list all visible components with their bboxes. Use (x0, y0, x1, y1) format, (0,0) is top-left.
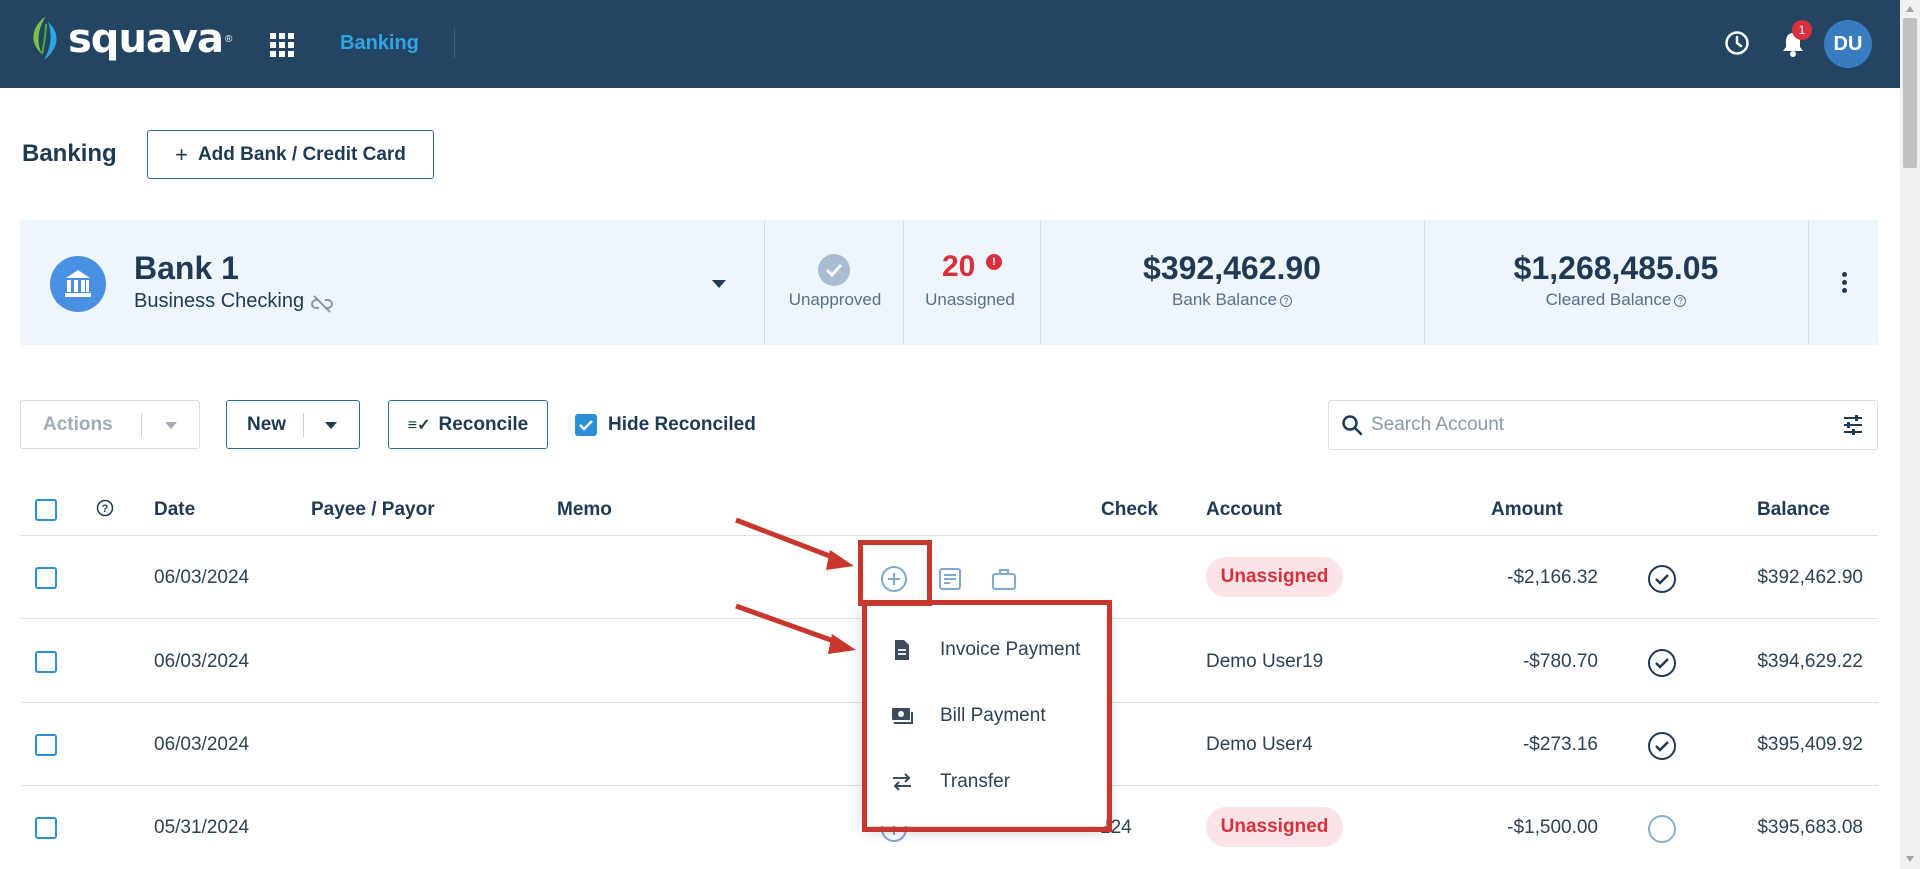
more-options-kebab-icon[interactable] (1842, 272, 1848, 294)
brand-name: squava (68, 16, 224, 62)
chevron-down-icon[interactable] (325, 422, 337, 429)
briefcase-icon[interactable] (990, 565, 1018, 593)
bank-balance-amount: $392,462.90 (1143, 250, 1321, 286)
row-date: 06/03/2024 (154, 734, 250, 755)
cleared-check-circle-icon[interactable] (1648, 565, 1676, 593)
cleared-balance-amount: $1,268,485.05 (1513, 250, 1719, 286)
bank-name: Bank 1 (134, 250, 239, 286)
row-balance: $394,629.22 (1757, 651, 1863, 672)
alert-exclamation-icon: ! (986, 254, 1002, 270)
nav-banking-link[interactable]: Banking (340, 32, 419, 55)
chevron-down-icon[interactable] (165, 422, 177, 429)
column-header-memo[interactable]: Memo (557, 499, 612, 521)
column-header-balance[interactable]: Balance (1757, 499, 1830, 521)
unapproved-check-icon[interactable] (818, 254, 850, 286)
button-divider (303, 413, 304, 437)
card-divider (764, 220, 765, 345)
search-account-box (1328, 400, 1878, 450)
checkmark-icon (579, 420, 593, 431)
row-balance: $395,683.08 (1757, 817, 1863, 838)
row-amount: -$1,500.00 (1507, 817, 1598, 838)
unassigned-label: Unassigned (925, 290, 1015, 309)
column-header-check[interactable]: Check (1101, 499, 1158, 521)
column-header-payee[interactable]: Payee / Payor (311, 499, 435, 521)
plus-icon: + (175, 141, 188, 167)
search-account-input[interactable] (1371, 413, 1811, 437)
notification-count-badge: 1 (1792, 20, 1812, 40)
annotation-highlight-box (862, 600, 1112, 832)
column-header-account[interactable]: Account (1206, 499, 1282, 521)
row-checkbox[interactable] (35, 734, 57, 756)
cleared-check-circle-icon[interactable] (1648, 732, 1676, 760)
help-icon[interactable]: ? (1674, 294, 1687, 307)
page-title: Banking (22, 140, 117, 167)
bank-balance-label: Bank Balance? (1040, 290, 1424, 310)
card-divider (1808, 220, 1809, 345)
account-unassigned-badge[interactable]: Unassigned (1206, 557, 1343, 597)
unapproved-label: Unapproved (788, 290, 882, 309)
row-amount: -$780.70 (1522, 651, 1598, 672)
help-question-icon[interactable]: ? (96, 499, 114, 517)
page-scrollbar[interactable] (1900, 0, 1920, 869)
add-bank-credit-card-button[interactable]: + Add Bank / Credit Card (147, 130, 434, 179)
leaf-logo-icon (33, 16, 57, 60)
unlinked-chain-icon (311, 295, 333, 313)
add-bank-label: Add Bank / Credit Card (197, 143, 406, 165)
row-date: 05/31/2024 (154, 817, 250, 838)
registered-mark: ® (224, 33, 233, 45)
scroll-thumb[interactable] (1903, 18, 1917, 168)
new-label: New (247, 414, 287, 435)
actions-dropdown-button[interactable]: Actions (20, 400, 200, 449)
account-unassigned-badge[interactable]: Unassigned (1206, 807, 1343, 847)
bank-select-chevron-down-icon[interactable] (712, 280, 726, 288)
memo-note-icon[interactable] (936, 565, 964, 593)
hide-reconciled-label[interactable]: Hide Reconciled (608, 414, 756, 436)
user-avatar[interactable]: DU (1824, 20, 1872, 68)
top-navigation-bar: squava ® Banking 1 DU (0, 0, 1900, 88)
bank-account-type: Business Checking (134, 290, 305, 312)
svg-text:?: ? (102, 503, 109, 515)
row-amount: -$273.16 (1522, 734, 1598, 755)
app-grid-icon[interactable] (270, 33, 294, 57)
reconcile-list-check-icon: ≡✓ (407, 416, 431, 434)
hide-reconciled-checkbox[interactable] (575, 414, 597, 436)
nav-divider (454, 28, 455, 58)
scroll-up-arrow-icon[interactable] (1906, 6, 1914, 12)
row-balance: $395,409.92 (1757, 734, 1863, 755)
annotation-arrow-icon (735, 517, 856, 654)
bank-building-icon (50, 256, 106, 312)
select-all-checkbox[interactable] (35, 499, 57, 521)
reconcile-label: Reconcile (438, 413, 529, 435)
row-account[interactable]: Demo User19 (1206, 651, 1323, 673)
squava-logo[interactable]: squava ® (28, 14, 232, 64)
actions-label: Actions (43, 414, 113, 435)
column-header-date[interactable]: Date (154, 499, 195, 521)
uncleared-circle-icon[interactable] (1648, 815, 1676, 843)
filter-sliders-icon[interactable] (1841, 413, 1865, 437)
button-divider (141, 413, 142, 437)
bank-account-card: Bank 1 Business Checking Unapproved 20 !… (20, 220, 1878, 345)
cleared-balance-label: Cleared Balance? (1424, 290, 1808, 310)
search-icon (1342, 415, 1363, 436)
help-icon[interactable]: ? (1279, 294, 1292, 307)
cleared-check-circle-icon[interactable] (1648, 649, 1676, 677)
row-balance: $392,462.90 (1757, 567, 1863, 588)
history-clock-icon[interactable] (1724, 30, 1750, 56)
reconcile-button[interactable]: ≡✓ Reconcile (388, 400, 548, 449)
row-checkbox[interactable] (35, 567, 57, 589)
row-amount: -$2,166.32 (1507, 567, 1598, 588)
row-account[interactable]: Demo User4 (1206, 734, 1313, 756)
row-date: 06/03/2024 (154, 651, 250, 672)
row-checkbox[interactable] (35, 817, 57, 839)
row-date: 06/03/2024 (154, 567, 250, 588)
column-header-amount[interactable]: Amount (1491, 499, 1563, 521)
card-divider (903, 220, 904, 345)
row-checkbox[interactable] (35, 651, 57, 673)
header-divider (20, 535, 1878, 536)
scroll-down-arrow-icon[interactable] (1906, 856, 1914, 862)
new-dropdown-button[interactable]: New (226, 400, 360, 449)
unassigned-count[interactable]: 20 (942, 250, 975, 284)
